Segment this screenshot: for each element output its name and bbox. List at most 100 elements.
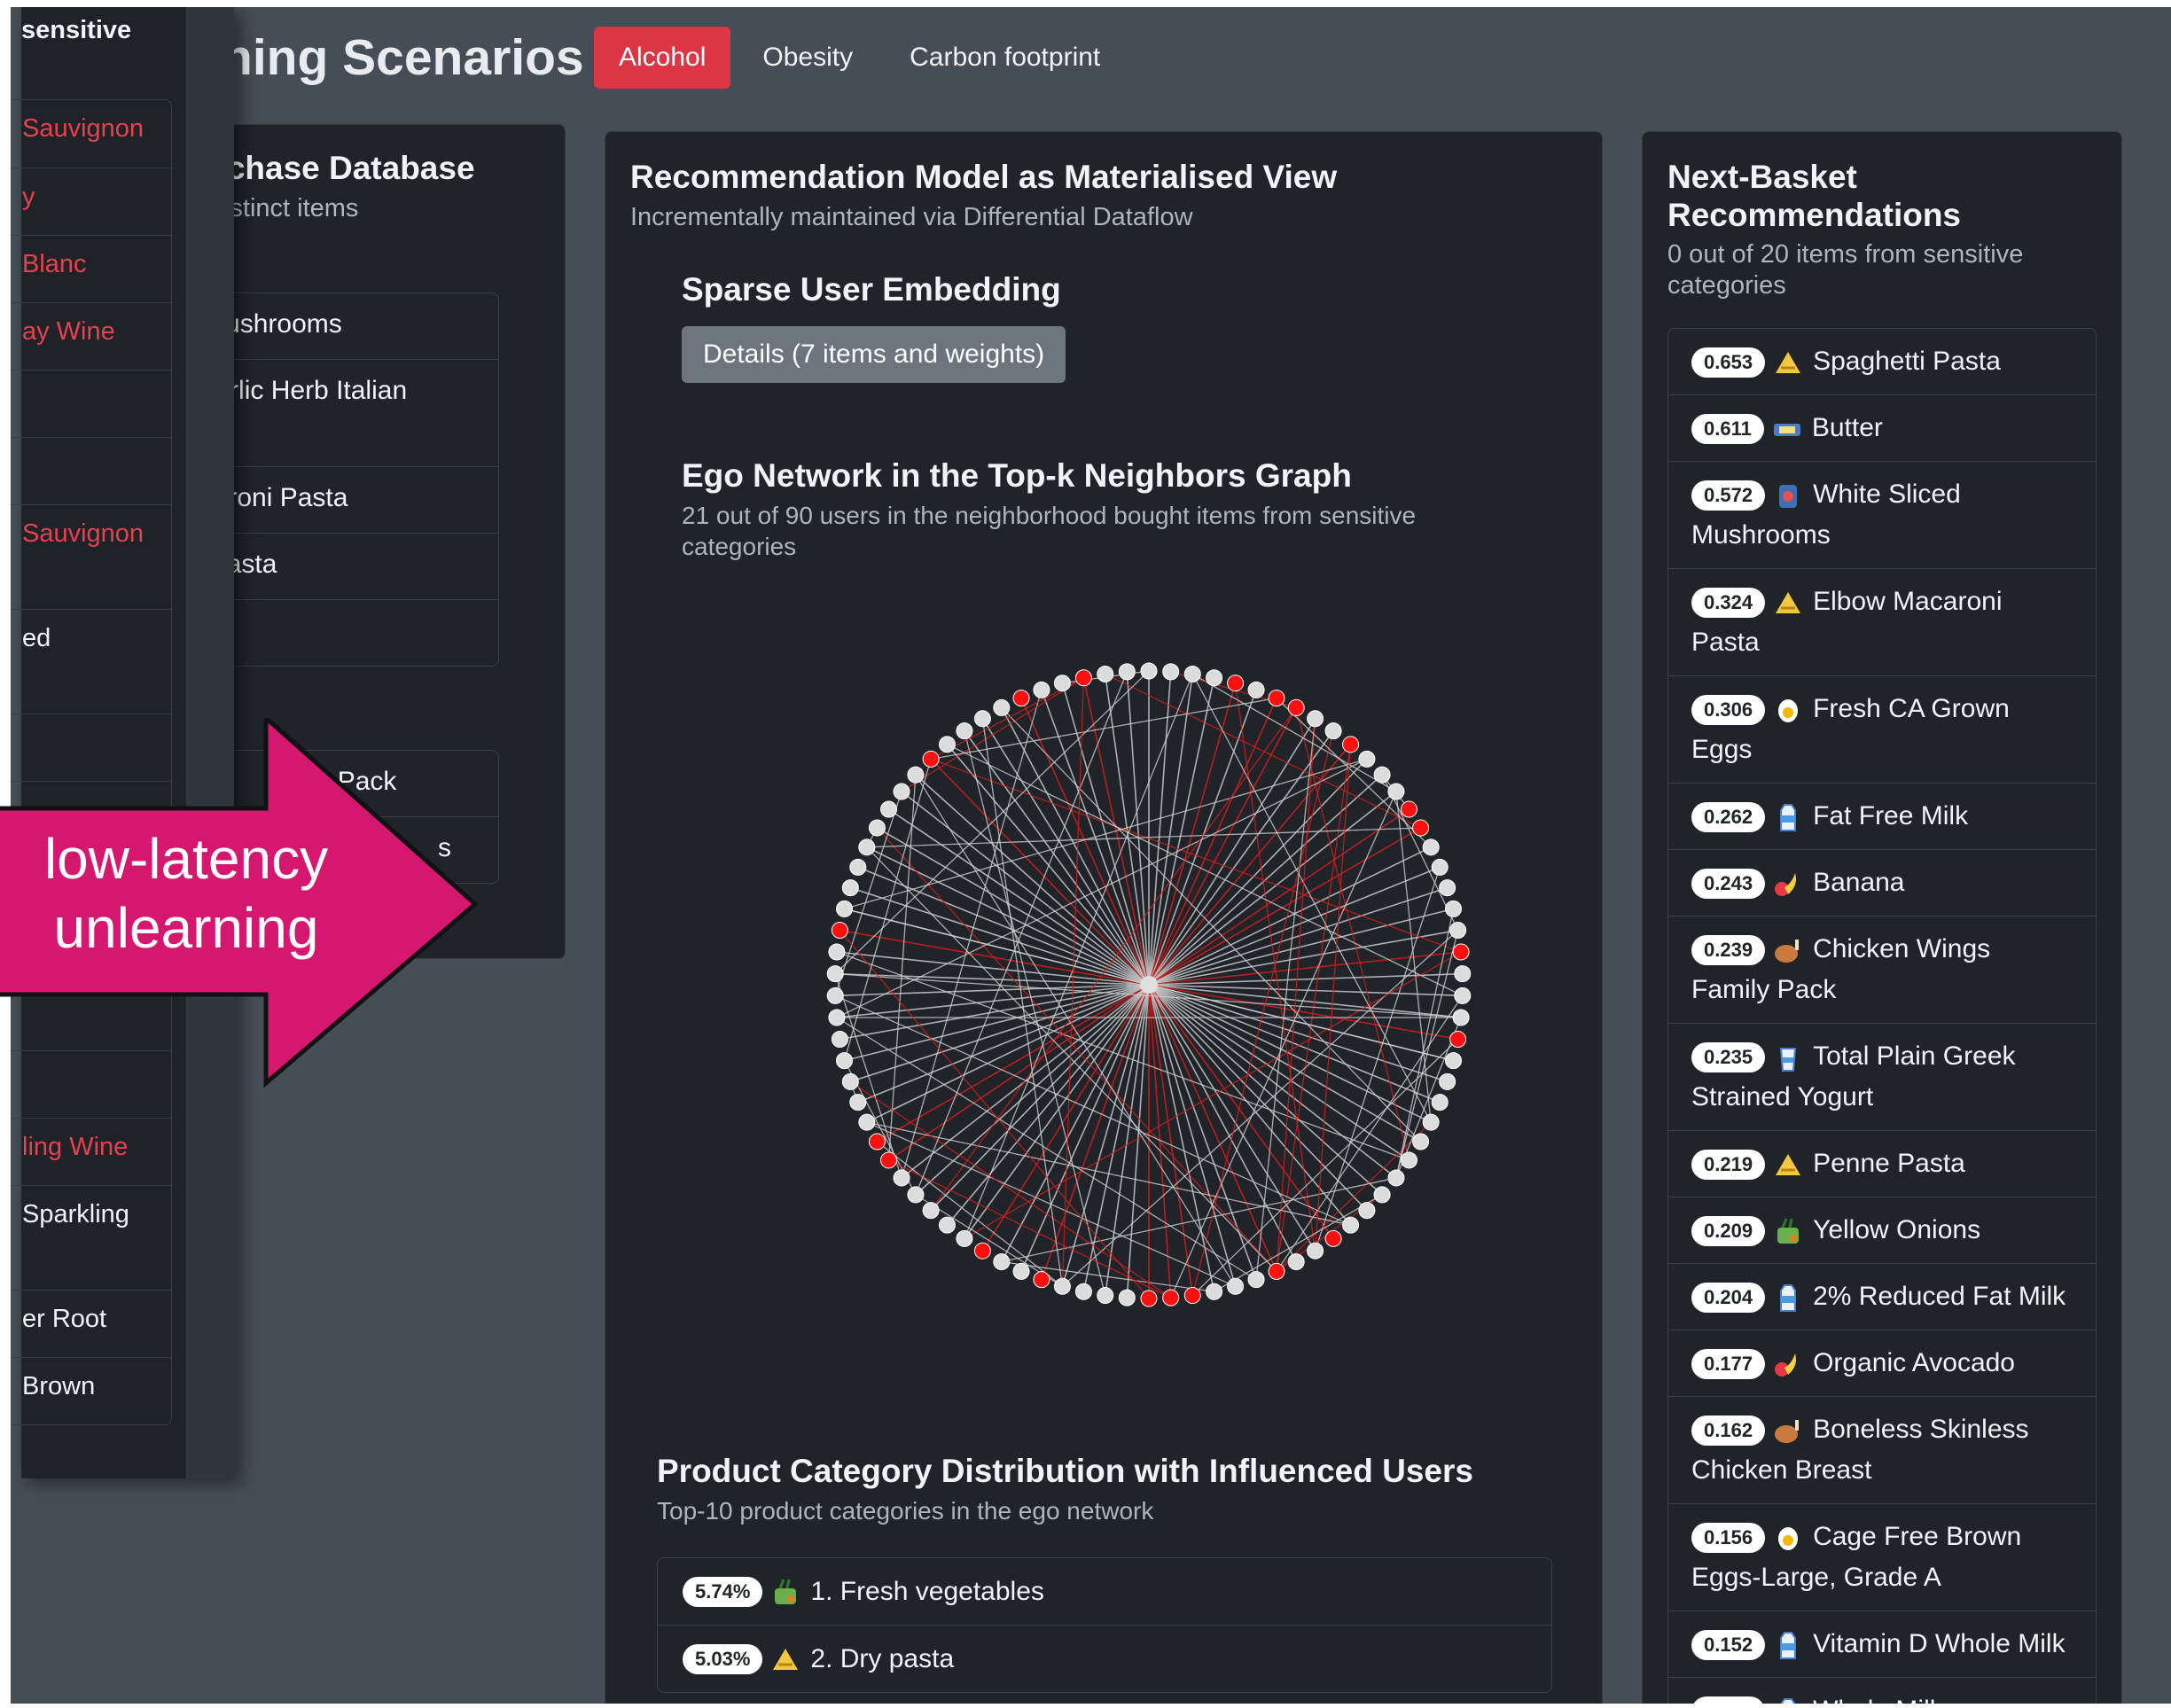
user-node[interactable] bbox=[1358, 1202, 1376, 1220]
user-node[interactable] bbox=[1012, 1262, 1030, 1280]
user-node[interactable] bbox=[1444, 900, 1462, 917]
user-node[interactable] bbox=[1373, 766, 1391, 784]
user-node[interactable] bbox=[836, 1052, 854, 1070]
tab-obesity[interactable]: Obesity bbox=[738, 27, 878, 89]
sidebar-item[interactable] bbox=[11, 370, 171, 437]
recommendation-item[interactable]: 0.653 Spaghetti Pasta bbox=[1668, 329, 2096, 394]
details-button[interactable]: Details (7 items and weights) bbox=[682, 326, 1066, 384]
user-node[interactable] bbox=[1422, 1113, 1440, 1131]
sidebar-item[interactable]: y bbox=[11, 168, 171, 235]
recommendation-item[interactable]: 0.243 Banana bbox=[1668, 848, 2096, 916]
recommendation-item[interactable]: 0.262 Fat Free Milk bbox=[1668, 782, 2096, 849]
user-node[interactable] bbox=[1074, 1283, 1092, 1300]
recommendation-item[interactable]: 0.209 Yellow Onions bbox=[1668, 1196, 2096, 1263]
user-node[interactable] bbox=[1287, 1253, 1305, 1271]
user-node[interactable] bbox=[849, 1094, 867, 1111]
sidebar-item[interactable]: Sauvignon bbox=[11, 504, 171, 609]
ego-user-node[interactable] bbox=[1140, 976, 1158, 994]
user-node[interactable] bbox=[1431, 858, 1449, 876]
recommendation-item[interactable]: 0.204 2% Reduced Fat Milk bbox=[1668, 1262, 2096, 1330]
recommendation-item[interactable]: 0.219 Penne Pasta bbox=[1668, 1129, 2096, 1197]
user-node[interactable] bbox=[826, 965, 844, 983]
user-node[interactable] bbox=[1452, 1009, 1470, 1026]
sensitive-user-node[interactable] bbox=[1412, 819, 1430, 837]
recommendation-item[interactable]: 0.324 Elbow Macaroni Pasta bbox=[1668, 567, 2096, 675]
sensitive-user-node[interactable] bbox=[1452, 943, 1470, 961]
user-node[interactable] bbox=[1412, 1133, 1430, 1150]
user-node[interactable] bbox=[1449, 922, 1467, 940]
sensitive-user-node[interactable] bbox=[1449, 1030, 1467, 1048]
recommendation-item[interactable]: 0.152 Vitamin D Whole Milk bbox=[1668, 1610, 2096, 1677]
sidebar-item[interactable] bbox=[11, 437, 171, 504]
user-node[interactable] bbox=[1033, 681, 1050, 698]
sidebar-item[interactable]: Blanc bbox=[11, 235, 171, 302]
user-node[interactable] bbox=[973, 710, 991, 728]
sidebar-item[interactable]: Sauvignon bbox=[11, 100, 171, 168]
sensitive-user-node[interactable] bbox=[1183, 1287, 1201, 1305]
user-node[interactable] bbox=[907, 1186, 925, 1204]
user-node[interactable] bbox=[1431, 1094, 1449, 1111]
user-node[interactable] bbox=[1439, 1072, 1456, 1090]
user-node[interactable] bbox=[1183, 665, 1201, 682]
sensitive-user-node[interactable] bbox=[1268, 1262, 1285, 1280]
user-node[interactable] bbox=[956, 1229, 973, 1247]
user-node[interactable] bbox=[1387, 783, 1405, 800]
sidebar-item[interactable]: ed bbox=[11, 609, 171, 714]
sensitive-user-node[interactable] bbox=[1140, 1290, 1158, 1307]
sidebar-item[interactable]: Sparkling bbox=[11, 1185, 171, 1290]
user-node[interactable] bbox=[1162, 663, 1180, 681]
user-node[interactable] bbox=[1247, 1271, 1265, 1289]
user-node[interactable] bbox=[1444, 1052, 1462, 1070]
sidebar-item[interactable]: er Root bbox=[11, 1290, 171, 1357]
user-node[interactable] bbox=[836, 900, 854, 917]
recommendation-item[interactable]: 0.162 Boneless Skinless Chicken Breast bbox=[1668, 1395, 2096, 1503]
user-node[interactable] bbox=[1118, 1289, 1136, 1306]
user-node[interactable] bbox=[1206, 669, 1223, 687]
sensitive-user-node[interactable] bbox=[1324, 1229, 1342, 1247]
user-node[interactable] bbox=[868, 819, 886, 837]
user-node[interactable] bbox=[1307, 710, 1324, 728]
user-node[interactable] bbox=[956, 722, 973, 740]
user-node[interactable] bbox=[828, 943, 846, 961]
user-node[interactable] bbox=[1053, 1277, 1071, 1295]
user-node[interactable] bbox=[826, 987, 844, 1004]
recommendation-item[interactable]: 0.235 Total Plain Greek Strained Yogurt bbox=[1668, 1022, 2096, 1130]
user-node[interactable] bbox=[993, 1253, 1011, 1271]
user-node[interactable] bbox=[1097, 665, 1114, 682]
sensitive-user-node[interactable] bbox=[868, 1133, 886, 1150]
user-node[interactable] bbox=[1118, 663, 1136, 681]
user-node[interactable] bbox=[1324, 722, 1342, 740]
user-node[interactable] bbox=[841, 879, 859, 897]
user-node[interactable] bbox=[858, 1113, 876, 1131]
user-node[interactable] bbox=[938, 736, 956, 753]
user-node[interactable] bbox=[1400, 1151, 1417, 1169]
user-node[interactable] bbox=[828, 1009, 846, 1026]
recommendation-item[interactable]: 0.572 White Sliced Mushrooms bbox=[1668, 460, 2096, 568]
sensitive-user-node[interactable] bbox=[1074, 669, 1092, 687]
user-node[interactable] bbox=[858, 838, 876, 856]
user-node[interactable] bbox=[849, 858, 867, 876]
sensitive-user-node[interactable] bbox=[922, 750, 940, 768]
sensitive-user-node[interactable] bbox=[1400, 800, 1417, 818]
recommendation-item[interactable]: 0.156 Cage Free Brown Eggs-Large, Grade A bbox=[1668, 1502, 2096, 1611]
sidebar-item[interactable]: Brown bbox=[11, 1357, 171, 1424]
user-node[interactable] bbox=[1307, 1242, 1324, 1260]
sensitive-user-node[interactable] bbox=[973, 1242, 991, 1260]
user-node[interactable] bbox=[1227, 1277, 1245, 1295]
sensitive-user-node[interactable] bbox=[1342, 736, 1360, 753]
sensitive-user-node[interactable] bbox=[1227, 675, 1245, 692]
user-node[interactable] bbox=[922, 1202, 940, 1220]
user-node[interactable] bbox=[993, 698, 1011, 716]
user-node[interactable] bbox=[893, 783, 910, 800]
recommendation-item[interactable]: 0.306 Fresh CA Grown Eggs bbox=[1668, 675, 2096, 783]
sidebar-item[interactable]: ling Wine bbox=[11, 1118, 171, 1185]
user-node[interactable] bbox=[1206, 1283, 1223, 1300]
sensitive-user-node[interactable] bbox=[1287, 698, 1305, 716]
user-node[interactable] bbox=[1454, 987, 1472, 1004]
user-node[interactable] bbox=[831, 1030, 848, 1048]
user-node[interactable] bbox=[1140, 662, 1158, 680]
recommendation-item[interactable]: 0.239 Chicken Wings Family Pack bbox=[1668, 915, 2096, 1023]
user-node[interactable] bbox=[938, 1216, 956, 1234]
sensitive-user-node[interactable] bbox=[1162, 1289, 1180, 1306]
user-node[interactable] bbox=[907, 766, 925, 784]
